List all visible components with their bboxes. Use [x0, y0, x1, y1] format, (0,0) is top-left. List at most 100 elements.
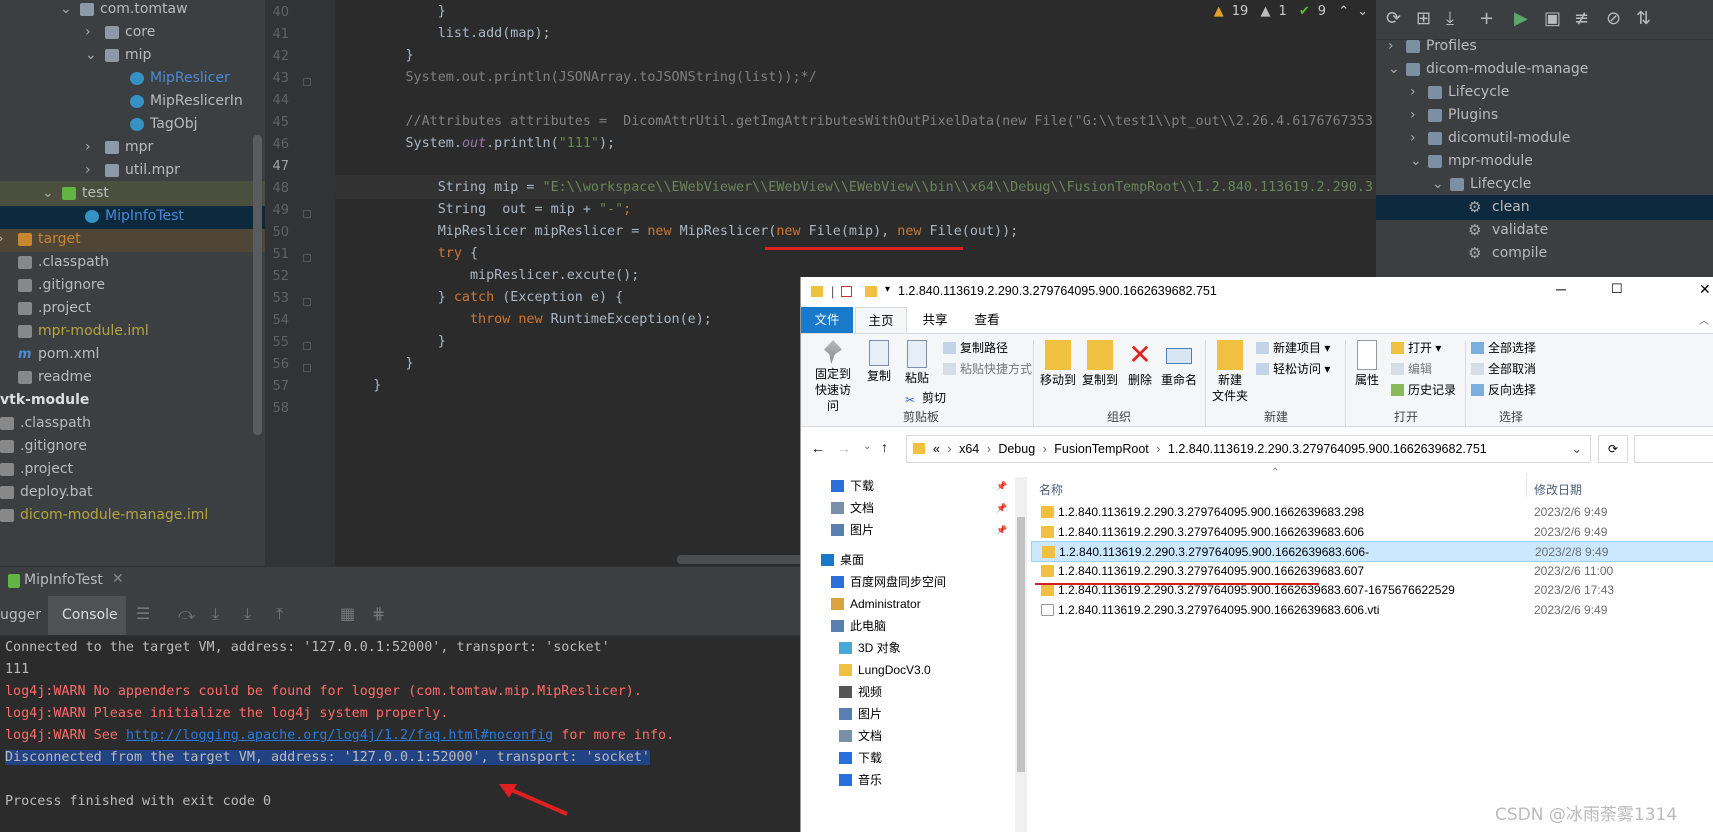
new-folder-icon[interactable] — [865, 286, 877, 297]
menu-icon[interactable]: ☰ — [136, 604, 150, 623]
ribbon-collapse-icon[interactable]: ︿ — [1699, 312, 1709, 327]
fold-marker-icon[interactable] — [303, 254, 311, 262]
delete-button[interactable]: ✕ 删除 — [1125, 340, 1155, 388]
invert-selection-button[interactable]: 反向选择 — [1471, 382, 1536, 398]
nav-scroll-thumb[interactable] — [1017, 517, 1025, 772]
copy-button[interactable]: 复制 — [863, 340, 895, 384]
inspection-widget[interactable]: ▲ 19 ▲ 1 ✔ 9 ⌃ ⌄ — [1214, 4, 1376, 28]
tree-item[interactable]: .project — [0, 457, 265, 482]
tree-item[interactable]: TagObj — [0, 112, 265, 137]
step-into-icon[interactable]: ⤓ — [212, 604, 219, 624]
add-icon[interactable]: + — [1479, 8, 1494, 29]
collapse-icon[interactable]: ⇅ — [1636, 8, 1651, 29]
maven-item-dicom-module-manage[interactable]: ⌄ dicom-module-manage — [1376, 57, 1713, 82]
tree-item[interactable]: readme — [0, 365, 265, 390]
history-button[interactable]: 历史记录 — [1391, 382, 1456, 398]
reload-icon[interactable]: ⟳ — [1386, 8, 1401, 29]
table-icon[interactable]: ▦ — [340, 604, 355, 623]
back-icon[interactable]: ← — [811, 440, 825, 456]
config-icon[interactable]: ▣ — [1544, 8, 1561, 29]
tree-item[interactable]: MipReslicerIn — [0, 89, 265, 114]
nav-item[interactable]: 下载 — [801, 747, 1011, 769]
file-row[interactable]: 1.2.840.113619.2.290.3.279764095.900.166… — [1031, 600, 1713, 621]
chevron-up-icon[interactable]: ⌃ — [1338, 4, 1349, 19]
nav-item[interactable]: 文档 — [801, 725, 1011, 747]
copy-path-button[interactable]: 复制路径 — [943, 340, 1008, 356]
tab-home[interactable]: 主页 — [855, 307, 907, 333]
console-output[interactable]: Connected to the target VM, address: '12… — [0, 636, 800, 832]
nav-item[interactable]: 桌面 — [801, 549, 1011, 571]
tree-item[interactable]: .project — [0, 296, 265, 321]
select-none-button[interactable]: 全部取消 — [1471, 361, 1536, 377]
tab-console[interactable]: Console — [62, 607, 118, 623]
skip-tests-icon[interactable]: ⊘ — [1606, 8, 1621, 29]
fold-marker-icon[interactable] — [303, 298, 311, 306]
tree-item[interactable]: deploy.bat — [0, 480, 265, 505]
close-icon[interactable]: ✕ — [1699, 281, 1711, 298]
maven-item-mpr-module[interactable]: ⌄ mpr-module — [1376, 149, 1713, 174]
tree-item[interactable]: mpr-module.iml — [0, 319, 265, 344]
pin-icon[interactable]: 📌 — [996, 497, 1007, 519]
breadcrumb-separator-icon[interactable]: › — [1039, 442, 1050, 456]
close-icon[interactable]: ✕ — [112, 571, 124, 587]
qat-dropdown-icon[interactable]: ▾ — [885, 284, 890, 295]
search-input[interactable] — [1634, 435, 1713, 463]
run-config-title[interactable]: MipInfoTest — [24, 572, 103, 588]
select-all-button[interactable]: 全部选择 — [1471, 340, 1536, 356]
chevron-right-icon[interactable]: › — [1410, 126, 1416, 151]
tree-item[interactable]: ⌄ mip — [0, 43, 265, 68]
up-icon[interactable]: ↑ — [881, 439, 888, 455]
file-row[interactable]: 1.2.840.113619.2.290.3.279764095.900.166… — [1031, 561, 1713, 582]
pin-icon[interactable]: 📌 — [996, 519, 1007, 541]
fold-marker-icon[interactable] — [303, 342, 311, 350]
step-over-icon[interactable]: ⤼ — [178, 604, 195, 624]
tree-item[interactable]: .classpath — [0, 411, 265, 436]
chevron-down-icon[interactable]: ⌄ — [1410, 149, 1422, 174]
file-row[interactable]: 1.2.840.113619.2.290.3.279764095.900.166… — [1031, 541, 1713, 562]
maven-item-profiles[interactable]: › Profiles — [1376, 34, 1713, 59]
rename-button[interactable]: 重命名 — [1159, 340, 1199, 388]
tree-item[interactable]: ⌄ test — [0, 181, 265, 206]
tree-item[interactable]: › util.mpr — [0, 158, 265, 183]
breadcrumb-item[interactable]: FusionTempRoot — [1054, 442, 1149, 456]
tab-file[interactable]: 文件 — [801, 307, 853, 333]
chevron-right-icon[interactable]: › — [0, 227, 8, 252]
paste-button[interactable]: 粘贴 — [899, 340, 935, 386]
chevron-right-icon[interactable]: › — [85, 158, 95, 183]
move-to-button[interactable]: 移动到 — [1039, 340, 1077, 388]
paste-shortcut-button[interactable]: 粘贴快捷方式 — [943, 361, 1032, 377]
breadcrumb-item[interactable]: 1.2.840.113619.2.290.3.279764095.900.166… — [1168, 442, 1487, 456]
nav-item[interactable]: 下载 📌 — [801, 475, 1011, 497]
tree-item[interactable]: › mpr — [0, 135, 265, 160]
maven-item-plugins[interactable]: › Plugins — [1376, 103, 1713, 128]
chevron-right-icon[interactable]: › — [85, 135, 95, 160]
tab-debugger[interactable]: ugger — [0, 607, 41, 623]
column-name[interactable]: 名称 — [1039, 481, 1063, 498]
file-row[interactable]: 1.2.840.113619.2.290.3.279764095.900.166… — [1031, 522, 1713, 543]
nav-item[interactable]: 3D 对象 — [801, 637, 1011, 659]
copy-to-button[interactable]: 复制到 — [1081, 340, 1119, 388]
nav-item[interactable]: 文档 📌 — [801, 497, 1011, 519]
properties-icon[interactable] — [841, 286, 852, 297]
breadcrumb-separator-icon[interactable]: › — [1153, 442, 1164, 456]
maven-item-lifecycle[interactable]: › Lifecycle — [1376, 80, 1713, 105]
breadcrumb-item[interactable]: x64 — [959, 442, 979, 456]
chevron-down-icon[interactable]: ⌄ — [1388, 57, 1400, 82]
maven-item-clean[interactable]: ⚙ clean — [1376, 195, 1713, 220]
settings-icon[interactable]: ⋕ — [372, 604, 385, 623]
tree-item[interactable]: dicom-module-manage.iml — [0, 503, 265, 528]
nav-item[interactable]: 音乐 — [801, 769, 1011, 791]
easy-access-button[interactable]: 轻松访问 ▾ — [1256, 361, 1330, 377]
pin-quick-access-button[interactable]: 固定到快速访问 — [807, 340, 859, 414]
tree-item[interactable]: .classpath — [0, 250, 265, 275]
file-row[interactable]: 1.2.840.113619.2.290.3.279764095.900.166… — [1031, 502, 1713, 523]
fold-marker-icon[interactable] — [303, 78, 311, 86]
nav-item[interactable]: LungDocV3.0 — [801, 659, 1011, 681]
tree-item[interactable]: MipInfoTest — [0, 204, 265, 229]
tree-item[interactable]: ⌄ com.tomtaw — [0, 0, 265, 22]
nav-scrollbar[interactable] — [1015, 477, 1027, 832]
tree-item[interactable]: vtk-module — [0, 388, 265, 413]
maven-item-validate[interactable]: ⚙ validate — [1376, 218, 1713, 243]
pin-icon[interactable]: 📌 — [996, 475, 1007, 497]
maven-item-lifecycle[interactable]: ⌄ Lifecycle — [1376, 172, 1713, 197]
